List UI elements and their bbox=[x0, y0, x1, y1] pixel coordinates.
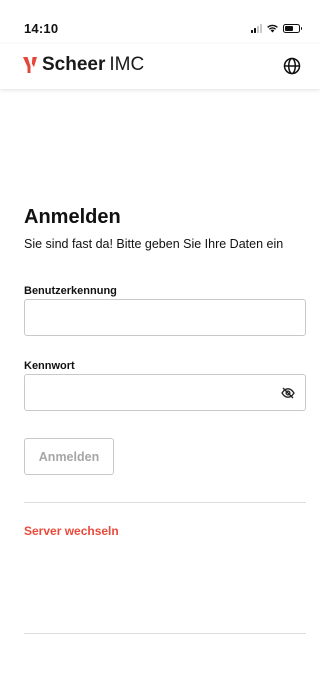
globe-icon bbox=[283, 57, 301, 75]
login-screen: 14:10 Scheer IMC Anmelden Sie sind fast … bbox=[0, 0, 320, 688]
brand-name: Scheer bbox=[42, 54, 106, 75]
cellular-signal-icon bbox=[251, 23, 262, 33]
password-field-container bbox=[24, 374, 306, 411]
wifi-icon bbox=[267, 24, 278, 33]
app-header: Scheer IMC bbox=[0, 44, 320, 89]
divider bbox=[24, 502, 306, 503]
page-subtitle: Sie sind fast da! Bitte geben Sie Ihre D… bbox=[24, 237, 284, 251]
password-label: Kennwort bbox=[24, 360, 75, 372]
username-label: Benutzerkennung bbox=[24, 285, 117, 297]
username-field-container bbox=[24, 299, 306, 336]
status-icons bbox=[251, 23, 302, 33]
username-input[interactable] bbox=[25, 300, 305, 335]
page-title: Anmelden bbox=[24, 206, 121, 228]
divider bbox=[24, 633, 306, 634]
toggle-password-visibility-button[interactable] bbox=[279, 384, 297, 402]
login-button[interactable]: Anmelden bbox=[24, 438, 114, 475]
scheer-logo-mark-icon bbox=[23, 57, 37, 73]
brand-logo: Scheer IMC bbox=[22, 54, 144, 76]
status-time: 14:10 bbox=[24, 21, 59, 36]
brand-suffix: IMC bbox=[109, 54, 145, 75]
eye-slash-icon bbox=[281, 387, 295, 399]
password-input[interactable] bbox=[25, 375, 305, 410]
status-bar: 14:10 bbox=[0, 0, 320, 44]
language-button[interactable] bbox=[280, 54, 304, 78]
battery-icon bbox=[283, 23, 302, 33]
switch-server-link[interactable]: Server wechseln bbox=[24, 524, 119, 538]
